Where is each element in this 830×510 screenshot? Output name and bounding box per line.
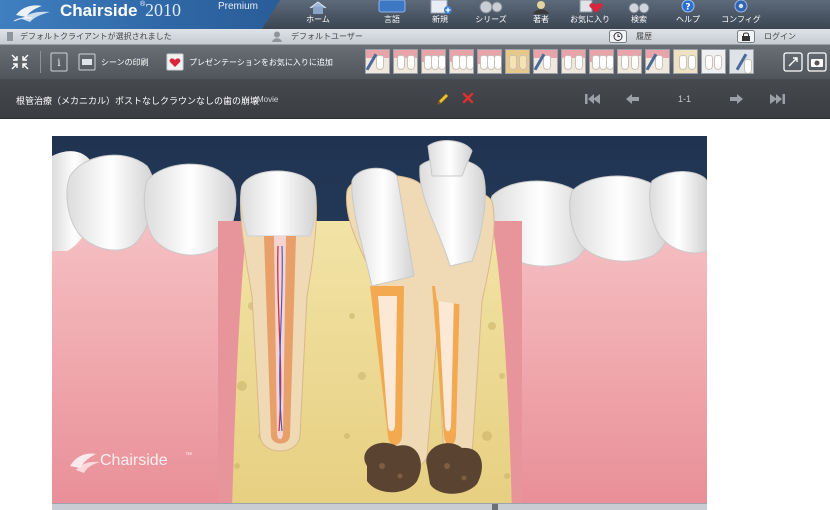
edit-pencil-icon[interactable] xyxy=(436,92,450,106)
nav-series[interactable]: シリーズ xyxy=(472,0,510,29)
film-reel-icon xyxy=(479,0,503,14)
app-edition: Premium xyxy=(218,1,259,12)
lock-icon[interactable] xyxy=(737,30,755,43)
user-icon xyxy=(533,1,549,14)
chairside-watermark: Chairside ™ xyxy=(68,444,198,484)
camera-icon[interactable] xyxy=(807,52,827,72)
history-icon[interactable] xyxy=(609,30,627,43)
help-icon: ? xyxy=(681,0,695,13)
content-area: Chairside ™ xyxy=(0,119,830,510)
scene-thumbnail[interactable] xyxy=(421,49,446,74)
info-icon[interactable]: i xyxy=(50,52,68,72)
print-icon[interactable] xyxy=(78,53,96,71)
last-page-icon[interactable] xyxy=(768,92,786,106)
scene-thumbnail[interactable] xyxy=(645,49,670,74)
fullscreen-icon[interactable] xyxy=(783,52,803,72)
first-page-icon[interactable] xyxy=(584,92,602,106)
binoculars-icon xyxy=(628,2,650,14)
favorite-heart-icon[interactable] xyxy=(166,53,184,71)
status-bar: デフォルトクライアントが選択されました デフォルトユーザー 履歴 ログイン xyxy=(0,29,830,45)
scene-thumbnail[interactable] xyxy=(589,49,614,74)
app-logo: Chairside ® 2010 Premium xyxy=(0,0,280,29)
video-scrubber[interactable] xyxy=(52,503,707,510)
nav-help[interactable]: ? ヘルプ xyxy=(673,0,703,29)
nav-home[interactable]: ホーム xyxy=(300,0,336,29)
heart-icon xyxy=(579,0,603,14)
gear-icon xyxy=(734,0,748,13)
scene-thumbnail[interactable] xyxy=(729,49,754,74)
language-icon xyxy=(378,0,406,13)
print-scene-button[interactable]: シーンの印刷 xyxy=(101,57,149,68)
app-name: Chairside xyxy=(60,1,138,20)
nav-author[interactable]: 著者 xyxy=(527,0,555,29)
toolbar-divider xyxy=(40,51,41,73)
svg-text:?: ? xyxy=(685,3,690,13)
watermark-trademark: ™ xyxy=(185,452,192,459)
scene-type-label: Movie xyxy=(257,95,279,104)
scene-thumbnail[interactable] xyxy=(561,49,586,74)
scene-thumbnail[interactable] xyxy=(701,49,726,74)
app-year: 2010 xyxy=(145,0,181,20)
scene-title: 根管治療（メカニカル）ポストなしクラウンなしの歯の崩壊 xyxy=(16,97,260,107)
scene-thumbnail[interactable] xyxy=(393,49,418,74)
current-user: デフォルトユーザー xyxy=(291,32,363,41)
page-indicator: 1-1 xyxy=(678,94,692,104)
history-link[interactable]: 履歴 xyxy=(636,31,652,42)
toolbar: i シーンの印刷 プレゼンテーションをお気に入りに追加 xyxy=(0,45,830,79)
video-player[interactable]: Chairside ™ xyxy=(52,136,707,510)
client-icon xyxy=(7,32,13,41)
chairside-logo-icon xyxy=(13,5,50,22)
login-link[interactable]: ログイン xyxy=(764,31,796,42)
scene-thumbnail[interactable] xyxy=(477,49,502,74)
home-icon xyxy=(309,1,327,14)
nav-new[interactable]: 新規 xyxy=(424,0,456,29)
scene-titlebar: 根管治療（メカニカル）ポストなしクラウンなしの歯の崩壊 Movie 1-1 xyxy=(0,79,830,119)
new-document-icon xyxy=(430,0,452,14)
watermark-text: Chairside xyxy=(100,452,168,469)
nav-search[interactable]: 検索 xyxy=(622,0,656,29)
scene-thumbnail[interactable] xyxy=(505,49,530,74)
next-page-icon[interactable] xyxy=(728,92,744,106)
delete-x-icon[interactable] xyxy=(462,92,474,104)
scene-thumbnail[interactable] xyxy=(533,49,558,74)
client-status: デフォルトクライアントが選択されました xyxy=(20,32,172,41)
scene-thumbnail[interactable] xyxy=(365,49,390,74)
svg-text:i: i xyxy=(57,58,60,69)
scrubber-handle[interactable] xyxy=(492,504,498,510)
nav-config[interactable]: コンフィグ xyxy=(720,0,762,29)
add-favorite-button[interactable]: プレゼンテーションをお気に入りに追加 xyxy=(189,57,333,68)
user-status-icon xyxy=(272,31,282,42)
scene-thumbnail[interactable] xyxy=(673,49,698,74)
app-header: Chairside ® 2010 Premium ホーム 言語 新規 シリーズ xyxy=(0,0,830,29)
chairside-watermark-icon xyxy=(70,453,100,473)
collapse-icon[interactable] xyxy=(10,53,30,71)
nav-favorites[interactable]: お気に入り xyxy=(567,0,613,29)
nav-language[interactable]: 言語 xyxy=(376,0,408,29)
scene-thumbnail[interactable] xyxy=(617,49,642,74)
scene-thumbnail[interactable] xyxy=(449,49,474,74)
previous-page-icon[interactable] xyxy=(625,92,641,106)
